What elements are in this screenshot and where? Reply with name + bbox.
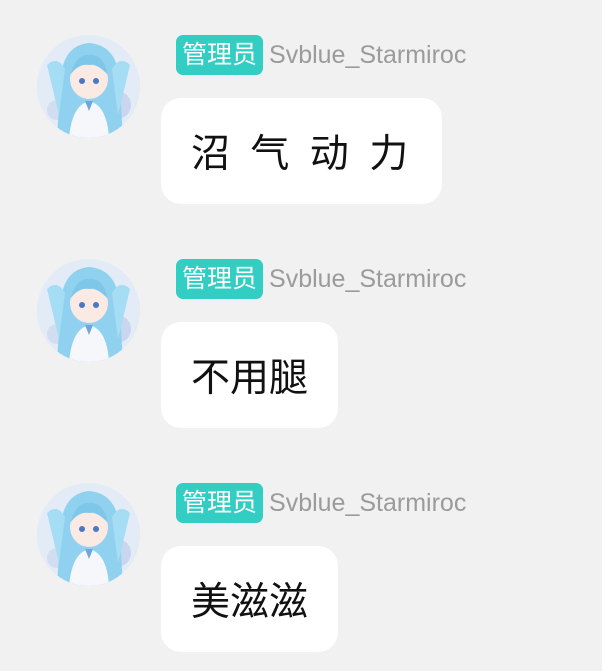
message-text: 不用腿 bbox=[191, 356, 309, 401]
anime-girl-avatar-icon bbox=[37, 35, 140, 138]
message-header: 管理员 Svblue_Starmiroc bbox=[176, 258, 466, 300]
chat-message: 管理员 Svblue_Starmiroc 不用腿 bbox=[0, 224, 602, 444]
username[interactable]: Svblue_Starmiroc bbox=[269, 41, 466, 70]
message-header: 管理员 Svblue_Starmiroc bbox=[176, 482, 466, 524]
username[interactable]: Svblue_Starmiroc bbox=[269, 489, 466, 518]
message-text: 沼 气 动 力 bbox=[191, 132, 413, 177]
anime-girl-avatar-icon bbox=[37, 259, 140, 362]
user-avatar[interactable] bbox=[37, 259, 140, 362]
user-avatar[interactable] bbox=[37, 35, 140, 138]
message-text: 美滋滋 bbox=[191, 580, 309, 625]
admin-badge: 管理员 bbox=[176, 483, 264, 523]
message-bubble[interactable]: 不用腿 bbox=[161, 322, 339, 428]
username[interactable]: Svblue_Starmiroc bbox=[269, 265, 466, 294]
message-header: 管理员 Svblue_Starmiroc bbox=[176, 34, 466, 76]
message-bubble[interactable]: 美滋滋 bbox=[161, 546, 339, 652]
message-bubble[interactable]: 沼 气 动 力 bbox=[161, 98, 443, 204]
user-avatar[interactable] bbox=[37, 483, 140, 586]
anime-girl-avatar-icon bbox=[37, 483, 140, 586]
admin-badge: 管理员 bbox=[176, 35, 264, 75]
admin-badge: 管理员 bbox=[176, 259, 264, 299]
chat-message: 管理员 Svblue_Starmiroc 沼 气 动 力 bbox=[0, 0, 602, 220]
chat-message: 管理员 Svblue_Starmiroc 美滋滋 bbox=[0, 448, 602, 668]
